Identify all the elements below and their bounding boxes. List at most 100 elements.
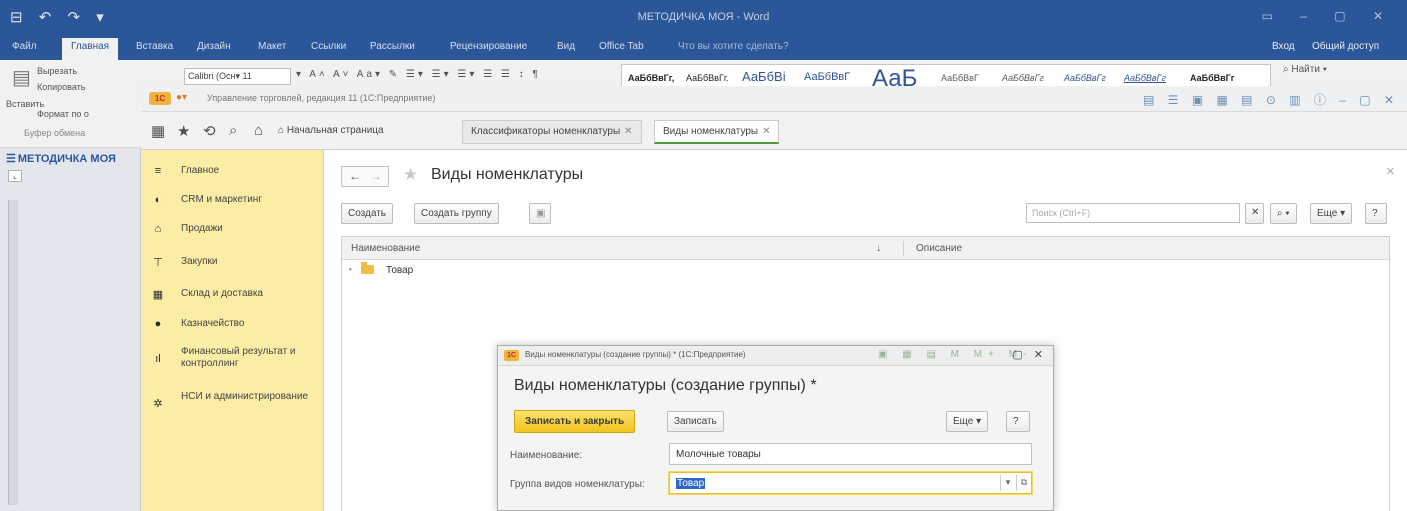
- tab-file[interactable]: Файл: [12, 41, 37, 52]
- sign-in-link[interactable]: Вход: [1272, 41, 1295, 52]
- tab-home-page[interactable]: ⌂ Начальная страница: [278, 125, 384, 136]
- dialog-caption: Виды номенклатуры (создание группы) * (1…: [525, 350, 746, 359]
- forward-arrow-icon[interactable]: →: [370, 169, 382, 183]
- chart-icon: ıl: [155, 353, 161, 365]
- home-tab-label: Начальная страница: [286, 125, 384, 136]
- tab-office-tab[interactable]: Office Tab: [599, 41, 644, 52]
- section-label: Продажи: [181, 223, 223, 234]
- tab-layout[interactable]: Макет: [258, 41, 286, 52]
- row-name: Товар: [386, 265, 414, 276]
- tab-mailings[interactable]: Рассылки: [370, 41, 415, 52]
- font-name-box[interactable]: Calibri (Осн▾ 11: [184, 68, 291, 85]
- style-heading-1[interactable]: АаБбВі: [742, 69, 786, 84]
- save-and-close-button[interactable]: Записать и закрыть: [514, 410, 636, 433]
- section-label: Финансовый результат и контроллинг: [181, 346, 296, 369]
- sort-arrow-icon: ↓: [876, 243, 881, 254]
- table-row[interactable]: • Товар: [342, 260, 1389, 282]
- copy-button[interactable]: Копировать: [37, 82, 85, 92]
- create-group-button[interactable]: Создать группу: [414, 203, 499, 224]
- list-icon: ≡: [154, 165, 162, 177]
- search-options-button[interactable]: ⌕ ▾: [1270, 203, 1297, 224]
- name-field[interactable]: Молочные товары: [669, 443, 1032, 465]
- sections-panel: ≡ Главное ◐ CRM и маркетинг ⌂ Продажи ⊤ Заку…: [141, 150, 324, 511]
- font-size-controls[interactable]: ▾ A˄ A˅ Aa▾ ✎ ☰▾ ☰▾ ☰▾ ☰ ☰ ↕ ¶: [296, 69, 541, 80]
- column-description[interactable]: Описание: [916, 243, 962, 254]
- tab-view[interactable]: Вид: [557, 41, 575, 52]
- navigation-title: ☰ МЕТОДИЧКА МОЯ: [6, 152, 116, 165]
- dialog-window-controls[interactable]: ▢ ✕: [1012, 348, 1047, 361]
- app-menu-icon[interactable]: ●▾: [176, 92, 187, 103]
- tab-references[interactable]: Ссылки: [311, 41, 346, 52]
- style-no-spacing[interactable]: АаБбВвГг.: [686, 73, 729, 83]
- save-button[interactable]: Записать: [667, 411, 724, 432]
- tab-review[interactable]: Рецензирование: [450, 41, 527, 52]
- table-header: Наименование ↓ Описание: [342, 237, 1389, 260]
- name-label: Наименование:: [510, 450, 583, 461]
- cut-button[interactable]: Вырезать: [37, 66, 77, 76]
- app-window-tools[interactable]: ▤ ☰ ▣ ▦ ▤ ⊙ ▥ ⓘ – ▢ ✕: [1143, 91, 1399, 108]
- notifications-icon[interactable]: ⌂: [254, 122, 263, 139]
- find-button[interactable]: ⌕ Найти ▾: [1283, 64, 1327, 75]
- column-name[interactable]: Наименование: [351, 243, 420, 254]
- warehouse-icon: ▦: [152, 289, 164, 301]
- style-subtle-emphasis[interactable]: АаБбВвГг: [1002, 73, 1044, 83]
- open-icon[interactable]: ⧉: [1016, 475, 1031, 491]
- crm-icon: ◐: [154, 194, 162, 206]
- search-icon[interactable]: ⌕: [229, 122, 237, 139]
- dropdown-icon[interactable]: ▾: [1000, 475, 1015, 491]
- clear-search-button[interactable]: ✕: [1245, 203, 1264, 224]
- close-tab-icon[interactable]: ✕: [624, 126, 632, 137]
- history-icon[interactable]: ⟲: [203, 122, 216, 140]
- group-field[interactable]: Товар ▾ ⧉: [669, 472, 1032, 494]
- treasury-icon: ●: [154, 318, 162, 330]
- tab-nomenclature-kinds[interactable]: Виды номенклатуры ✕: [654, 120, 780, 144]
- tell-me-box[interactable]: Что вы хотите сделать?: [678, 41, 789, 52]
- style-emphasis[interactable]: АаБбВвГг: [1064, 73, 1106, 83]
- paste-button[interactable]: Вставить: [6, 99, 44, 109]
- sections-menu-icon[interactable]: ▦: [151, 122, 165, 140]
- share-button[interactable]: Общий доступ: [1312, 41, 1379, 52]
- nav-toggle-button[interactable]: ⌞: [8, 170, 22, 182]
- word-titlebar: ⊟ ↶ ↷ ▾ МЕТОДИЧКА МОЯ - Word ▭ – ▢ ✕: [0, 0, 1407, 36]
- help-button[interactable]: ?: [1365, 203, 1387, 224]
- create-group-dialog: 1С Виды номенклатуры (создание группы) *…: [497, 345, 1054, 511]
- section-label: Казначейство: [181, 318, 245, 329]
- favorites-icon[interactable]: ★: [177, 122, 190, 140]
- style-strong[interactable]: АаБбВвГг: [1190, 73, 1235, 83]
- dialog-header: Виды номенклатуры (создание группы) *: [514, 377, 817, 394]
- home-icon: ⌂: [278, 125, 285, 136]
- search-input[interactable]: Поиск (Ctrl+F): [1026, 203, 1240, 223]
- word-window-controls[interactable]: ▭ – ▢ ✕: [1262, 9, 1395, 23]
- vertical-ruler: [8, 200, 18, 505]
- style-intense-emphasis[interactable]: АаБбВвГг: [1124, 73, 1166, 83]
- word-navigation-pane: ☰ МЕТОДИЧКА МОЯ ⌞: [0, 148, 141, 511]
- style-subtitle[interactable]: АаБбВвГ: [941, 73, 979, 83]
- form-close-icon[interactable]: ✕: [1386, 165, 1395, 178]
- print-icon[interactable]: ▣: [529, 203, 551, 224]
- more-button[interactable]: Еще ▾: [1310, 203, 1353, 224]
- tab-home[interactable]: Главная: [62, 38, 119, 60]
- create-button[interactable]: Создать: [341, 203, 394, 224]
- style-heading-2[interactable]: АаБбВвГ: [804, 71, 850, 83]
- app-toolbar: ▦ ★ ⟲ ⌕ ⌂ ⌂ Начальная страница Классифик…: [141, 112, 1407, 150]
- close-tab-icon[interactable]: ✕: [762, 126, 770, 137]
- dialog-tools[interactable]: ▣ ▦ ▤ M M+ M-: [878, 349, 1032, 360]
- magnifier-icon: ⌕: [1277, 208, 1283, 219]
- style-normal[interactable]: АаБбВвГг,: [628, 73, 674, 83]
- tab-nomenclature-classifiers[interactable]: Классификаторы номенклатуры ✕: [462, 120, 642, 144]
- favorite-star-icon[interactable]: ★: [403, 165, 418, 185]
- back-arrow-icon[interactable]: ←: [349, 169, 361, 183]
- section-label: Закупки: [181, 256, 218, 267]
- more-label: Еще: [953, 416, 974, 427]
- dialog-more-button[interactable]: Еще ▾: [946, 411, 989, 432]
- folder-icon: [361, 262, 374, 274]
- expand-icon[interactable]: •: [349, 265, 352, 274]
- paste-icon[interactable]: ▤: [12, 65, 31, 90]
- tab-insert[interactable]: Вставка: [136, 41, 173, 52]
- nav-document-name: МЕТОДИЧКА МОЯ: [17, 153, 116, 165]
- dialog-help-button[interactable]: ?: [1006, 411, 1030, 432]
- format-painter-button[interactable]: Формат по о: [37, 109, 89, 119]
- tab-label: Виды номенклатуры: [663, 126, 759, 137]
- tab-design[interactable]: Дизайн: [197, 41, 231, 52]
- section-label: Главное: [181, 165, 220, 176]
